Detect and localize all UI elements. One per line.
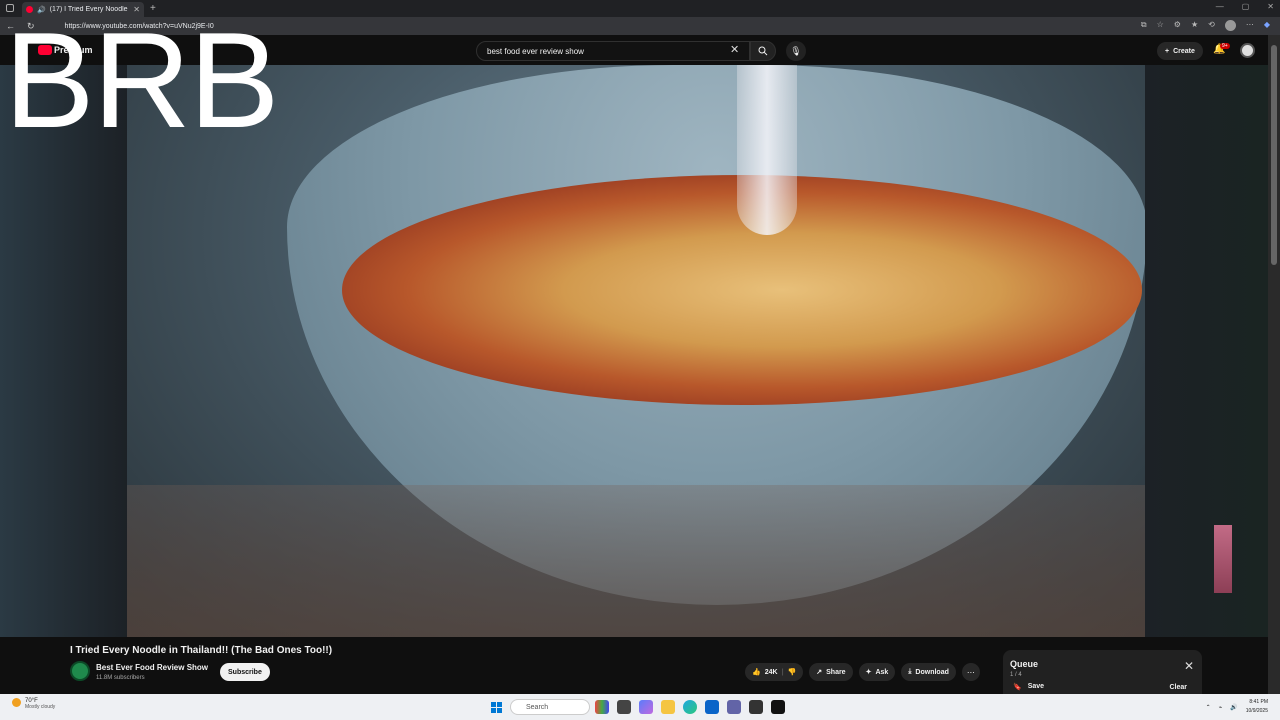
ask-label: Ask: [875, 668, 889, 676]
share-icon: ↗: [816, 669, 823, 676]
clock-time: 8:41 PM: [1249, 699, 1268, 705]
audio-meter: [1214, 525, 1232, 593]
video-actions: 👍 24K | 👎 ↗ Share ✦ Ask ⤓ Download ⋯: [745, 663, 980, 681]
pour-stream-image: [737, 65, 797, 235]
taskbar-search[interactable]: Search: [510, 699, 590, 715]
system-tray: ⌃ ⌁ 🔊 8:41 PM 10/9/2025: [1206, 698, 1268, 716]
file-explorer-icon[interactable]: [661, 700, 675, 714]
maximize-icon[interactable]: ▢: [1242, 2, 1250, 11]
clock[interactable]: 8:41 PM 10/9/2025: [1246, 698, 1268, 716]
channel-avatar[interactable]: [70, 661, 90, 681]
history-icon[interactable]: ⟲: [1208, 20, 1215, 31]
widgets-app-icon[interactable]: [595, 700, 609, 714]
subscribe-button[interactable]: Subscribe: [220, 663, 270, 681]
edge-browser-icon[interactable]: [683, 700, 697, 714]
minimize-icon[interactable]: —: [1216, 2, 1224, 11]
search-icon: [758, 46, 768, 56]
copilot-icon[interactable]: ◆: [1264, 20, 1270, 31]
close-window-icon[interactable]: ✕: [1267, 2, 1274, 11]
video-frame[interactable]: [127, 65, 1145, 637]
like-button[interactable]: 👍 24K | 👎: [745, 663, 804, 681]
like-count: 24K: [764, 668, 778, 676]
scrollbar-thumb[interactable]: [1271, 45, 1277, 265]
copilot-app-icon[interactable]: [639, 700, 653, 714]
video-title: I Tried Every Noodle in Thailand!! (The …: [70, 645, 333, 656]
network-icon[interactable]: ⌁: [1219, 704, 1223, 711]
outlook-icon[interactable]: [705, 700, 719, 714]
search-button[interactable]: [750, 41, 776, 61]
page-scrollbar[interactable]: [1268, 35, 1280, 694]
account-avatar[interactable]: [1240, 43, 1255, 58]
queue-clear-button[interactable]: Clear: [1169, 684, 1187, 691]
thumbs-up-icon: 👍: [752, 669, 761, 676]
weather-icon: [12, 698, 21, 707]
extensions-icon[interactable]: ⚙: [1174, 20, 1181, 31]
windows-taskbar: 70°F Mostly cloudy Search ⌃ ⌁ 🔊 8:41 PM …: [0, 694, 1280, 720]
queue-title: Queue: [1010, 659, 1039, 669]
sparkle-icon: ✦: [865, 669, 872, 676]
subscriber-count: 11.8M subscribers: [96, 675, 145, 681]
browser-toolbar: ⧉ ☆ ⚙ ★ ⟲ ⋯ ◆: [1141, 20, 1270, 31]
ask-button[interactable]: ✦ Ask: [858, 663, 896, 681]
obs-icon[interactable]: [771, 700, 785, 714]
create-label: Create: [1173, 47, 1195, 55]
bookmark-icon: 🔖: [1013, 684, 1022, 691]
volume-icon[interactable]: 🔊: [1230, 704, 1237, 711]
clear-search-icon[interactable]: ✕: [730, 43, 739, 56]
share-button[interactable]: ↗ Share: [809, 663, 853, 681]
save-label: Save: [1027, 683, 1045, 690]
more-actions-button[interactable]: ⋯: [961, 663, 980, 681]
weather-widget[interactable]: 70°F Mostly cloudy: [12, 698, 55, 710]
channel-name[interactable]: Best Ever Food Review Show: [96, 663, 208, 672]
profile-icon[interactable]: [1224, 20, 1236, 31]
plus-icon: +: [1165, 47, 1170, 55]
queue-save-button[interactable]: 🔖 Save: [1013, 683, 1044, 691]
notification-badge: 9+: [1220, 43, 1230, 49]
search-input[interactable]: best food ever review show: [476, 41, 750, 61]
chevron-up-icon[interactable]: ⌃: [1206, 704, 1211, 711]
queue-count: 1 / 4: [1010, 672, 1022, 678]
favorites-icon[interactable]: ★: [1191, 20, 1198, 31]
windows-start-icon[interactable]: [491, 702, 502, 713]
download-button[interactable]: ⤓ Download: [901, 663, 956, 681]
table-image: [127, 485, 1145, 637]
clock-date: 10/9/2025: [1245, 708, 1268, 714]
favorite-icon[interactable]: ☆: [1157, 20, 1164, 31]
download-label: Download: [915, 668, 949, 676]
close-icon[interactable]: ✕: [1184, 659, 1194, 673]
taskbar-apps: [595, 700, 785, 714]
brb-overlay-text: BRB: [4, 4, 280, 156]
download-icon: ⤓: [908, 668, 912, 675]
share-label: Share: [826, 668, 846, 676]
menu-icon[interactable]: ⋯: [1246, 20, 1254, 31]
app-icon[interactable]: [749, 700, 763, 714]
queue-panel: Queue 1 / 4 ✕ 🔖 Save Clear: [1003, 650, 1202, 694]
window-controls: — ▢ ✕: [1216, 2, 1274, 11]
thumbs-down-icon[interactable]: 👎: [788, 668, 797, 676]
task-view-icon[interactable]: [617, 700, 631, 714]
teams-icon[interactable]: [727, 700, 741, 714]
microphone-icon: 🎙: [790, 45, 802, 56]
voice-search-button[interactable]: 🎙: [786, 41, 806, 61]
reader-icon[interactable]: ⧉: [1141, 20, 1147, 31]
create-button[interactable]: + Create: [1157, 42, 1203, 60]
weather-description: Mostly cloudy: [25, 704, 56, 710]
